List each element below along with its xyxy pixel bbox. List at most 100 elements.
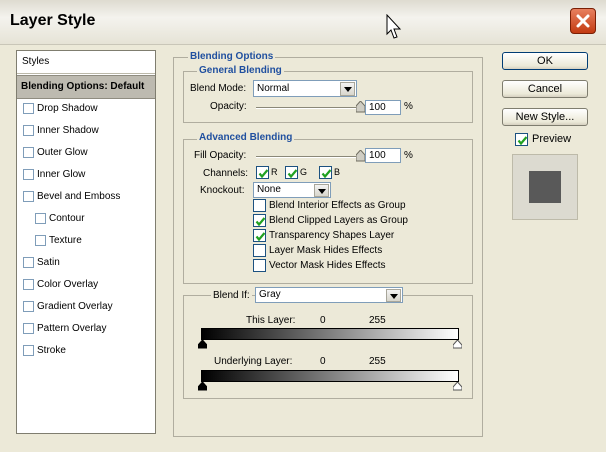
fill-opacity-unit: % <box>404 150 413 161</box>
checkmark-icon <box>255 232 266 242</box>
advanced-option-label: Layer Mask Hides Effects <box>269 245 383 256</box>
preview-label: Preview <box>532 133 572 145</box>
opacity-input[interactable]: 100 <box>365 100 401 115</box>
close-button[interactable] <box>570 8 596 34</box>
cancel-button[interactable]: Cancel <box>502 80 588 98</box>
sidebar-checkbox[interactable] <box>35 213 46 224</box>
sidebar-item-label: Inner Shadow <box>37 125 99 136</box>
new-style-button[interactable]: New Style... <box>502 108 588 126</box>
advanced-option-checkbox[interactable] <box>253 244 266 257</box>
channels-label: Channels: <box>203 168 249 179</box>
sidebar-item-bevel-and-emboss[interactable]: Bevel and Emboss <box>17 186 155 208</box>
sidebar-item-label: Outer Glow <box>37 147 88 158</box>
preview-swatch <box>529 171 561 203</box>
sidebar-item-label: Texture <box>49 235 82 246</box>
sidebar-checkbox[interactable] <box>23 103 34 114</box>
this-layer-min: 0 <box>320 315 326 326</box>
advanced-option-checkbox[interactable] <box>253 259 266 272</box>
chevron-down-icon <box>386 289 401 302</box>
checkmark-icon <box>517 136 528 146</box>
knockout-label: Knockout: <box>200 185 245 196</box>
opacity-unit: % <box>404 101 413 112</box>
blend-mode-label: Blend Mode: <box>190 83 247 94</box>
underlying-white-thumb-icon[interactable] <box>452 381 463 394</box>
general-blending-group <box>183 71 473 123</box>
advanced-option-label: Transparency Shapes Layer <box>269 230 395 241</box>
sidebar-checkbox[interactable] <box>23 169 34 180</box>
checkmark-icon <box>258 169 269 179</box>
this-layer-gradient[interactable] <box>201 328 459 340</box>
sidebar-item-inner-glow[interactable]: Inner Glow <box>17 164 155 186</box>
chevron-down-icon <box>314 184 329 197</box>
checkmark-icon <box>255 217 266 227</box>
sidebar-item-label: Inner Glow <box>37 169 86 180</box>
sidebar-item-outer-glow[interactable]: Outer Glow <box>17 142 155 164</box>
sidebar-checkbox[interactable] <box>35 235 46 246</box>
sidebar-item-label: Drop Shadow <box>37 103 98 114</box>
advanced-option-label: Vector Mask Hides Effects <box>269 260 386 271</box>
advanced-option-label: Blend Interior Effects as Group <box>269 200 406 211</box>
sidebar-item-drop-shadow[interactable]: Drop Shadow <box>17 98 155 120</box>
advanced-blending-title: Advanced Blending <box>197 132 295 143</box>
knockout-dropdown[interactable]: None <box>253 182 331 198</box>
blend-if-label: Blend If: <box>211 290 252 301</box>
blend-mode-dropdown[interactable]: Normal <box>253 80 357 97</box>
opacity-slider-thumb-icon[interactable] <box>355 100 365 116</box>
ok-button[interactable]: OK <box>502 52 588 70</box>
sidebar-item-texture[interactable]: Texture <box>17 230 155 252</box>
fill-opacity-label: Fill Opacity: <box>194 150 247 161</box>
sidebar-item-color-overlay[interactable]: Color Overlay <box>17 274 155 296</box>
opacity-slider[interactable] <box>256 107 360 109</box>
sidebar-checkbox[interactable] <box>23 345 34 356</box>
fill-opacity-input[interactable]: 100 <box>365 148 401 163</box>
sidebar-item-stroke[interactable]: Stroke <box>17 340 155 362</box>
sidebar-item-inner-shadow[interactable]: Inner Shadow <box>17 120 155 142</box>
sidebar-item-label: Contour <box>49 213 85 224</box>
checkmark-icon <box>287 169 298 179</box>
opacity-label: Opacity: <box>210 101 247 112</box>
sidebar-checkbox[interactable] <box>23 125 34 136</box>
channel-r-checkbox[interactable] <box>256 166 269 179</box>
channel-b-checkbox[interactable] <box>319 166 332 179</box>
sidebar-checkbox[interactable] <box>23 279 34 290</box>
blend-if-dropdown[interactable]: Gray <box>255 287 403 303</box>
this-layer-max: 255 <box>369 315 386 326</box>
sidebar-item-label: Pattern Overlay <box>37 323 107 334</box>
this-layer-label: This Layer: <box>246 315 296 326</box>
preview-checkbox[interactable] <box>515 133 528 146</box>
advanced-option-checkbox[interactable] <box>253 214 266 227</box>
sidebar-item-label: Color Overlay <box>37 279 99 290</box>
sidebar-item-satin[interactable]: Satin <box>17 252 155 274</box>
fill-opacity-slider[interactable] <box>256 156 360 158</box>
sidebar-checkbox[interactable] <box>23 301 34 312</box>
sidebar-checkbox[interactable] <box>23 323 34 334</box>
sidebar-checkbox[interactable] <box>23 191 34 202</box>
channel-g-checkbox[interactable] <box>285 166 298 179</box>
blend-if-group <box>183 295 473 399</box>
sidebar-item-blending-options[interactable]: Blending Options: Default <box>17 75 155 99</box>
underlying-layer-min: 0 <box>320 356 326 367</box>
sidebar-item-label: Satin <box>37 257 60 268</box>
styles-header[interactable]: Styles <box>17 51 155 74</box>
styles-list: Styles Blending Options: Default Drop Sh… <box>16 50 156 434</box>
checkmark-icon <box>321 169 332 179</box>
channel-r-label: R <box>271 167 278 177</box>
chevron-down-icon <box>340 82 355 96</box>
advanced-option-checkbox[interactable] <box>253 199 266 212</box>
general-blending-title: General Blending <box>197 65 284 76</box>
sidebar-item-pattern-overlay[interactable]: Pattern Overlay <box>17 318 155 340</box>
fill-opacity-slider-thumb-icon[interactable] <box>355 149 365 165</box>
channel-g-label: G <box>300 167 308 177</box>
mouse-pointer-icon <box>386 13 402 43</box>
sidebar-checkbox[interactable] <box>23 147 34 158</box>
sidebar-item-contour[interactable]: Contour <box>17 208 155 230</box>
sidebar-checkbox[interactable] <box>23 257 34 268</box>
this-layer-white-thumb-icon[interactable] <box>452 339 463 352</box>
underlying-layer-label: Underlying Layer: <box>214 356 293 367</box>
sidebar-item-label: Stroke <box>37 345 66 356</box>
underlying-black-thumb-icon[interactable] <box>197 381 208 394</box>
advanced-option-checkbox[interactable] <box>253 229 266 242</box>
underlying-layer-gradient[interactable] <box>201 370 459 382</box>
sidebar-item-gradient-overlay[interactable]: Gradient Overlay <box>17 296 155 318</box>
this-layer-black-thumb-icon[interactable] <box>197 339 208 352</box>
